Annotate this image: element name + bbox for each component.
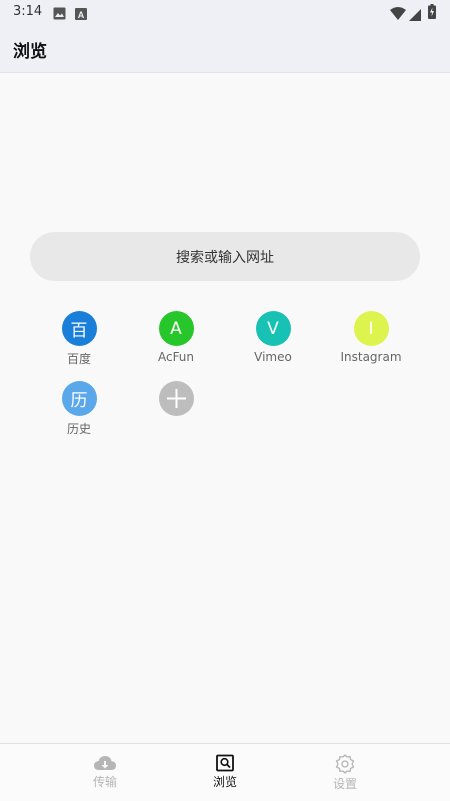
text-a-icon: A	[75, 5, 87, 24]
page-title: 浏览	[13, 42, 47, 62]
shortcut-label: Instagram	[340, 350, 402, 364]
add-shortcut-button[interactable]	[136, 381, 216, 416]
vimeo-icon: V	[255, 311, 291, 346]
shortcut-label: 历史	[66, 422, 91, 436]
status-time: 3:14	[13, 4, 43, 19]
shortcut-baidu[interactable]: 百 百度	[39, 311, 119, 367]
history-icon: 历	[61, 381, 97, 416]
search-placeholder: 搜索或输入网址	[176, 249, 274, 266]
nav-settings[interactable]: 设置	[305, 744, 385, 801]
search-input[interactable]: 搜索或输入网址	[30, 232, 420, 281]
status-bar: 3:14 A	[0, 0, 450, 24]
browse-search-icon	[216, 754, 234, 772]
bottom-nav: 传输 浏览 设置	[0, 743, 450, 801]
acfun-icon: A	[158, 311, 194, 346]
gear-icon	[335, 754, 355, 774]
image-icon	[53, 5, 66, 24]
nav-browse[interactable]: 浏览	[185, 744, 265, 801]
cloud-download-icon	[94, 756, 116, 770]
baidu-icon: 百	[61, 311, 97, 346]
shortcut-instagram[interactable]: I Instagram	[331, 311, 411, 364]
battery-icon	[428, 4, 436, 23]
wifi-icon	[390, 5, 406, 24]
nav-transfer[interactable]: 传输	[65, 744, 145, 801]
app-header: 浏览	[0, 24, 450, 73]
nav-label: 浏览	[212, 775, 237, 789]
nav-label: 设置	[332, 777, 357, 791]
nav-label: 传输	[92, 775, 117, 789]
signal-icon	[409, 6, 421, 25]
svg-text:A: A	[78, 10, 85, 20]
shortcut-label: AcFun	[157, 350, 195, 364]
shortcut-acfun[interactable]: A AcFun	[136, 311, 216, 364]
shortcut-label: Vimeo	[254, 350, 292, 364]
shortcut-vimeo[interactable]: V Vimeo	[233, 311, 313, 364]
shortcut-history[interactable]: 历 历史	[39, 381, 119, 437]
shortcut-label: 百度	[66, 352, 91, 366]
instagram-icon: I	[353, 311, 389, 346]
plus-icon	[158, 381, 194, 416]
